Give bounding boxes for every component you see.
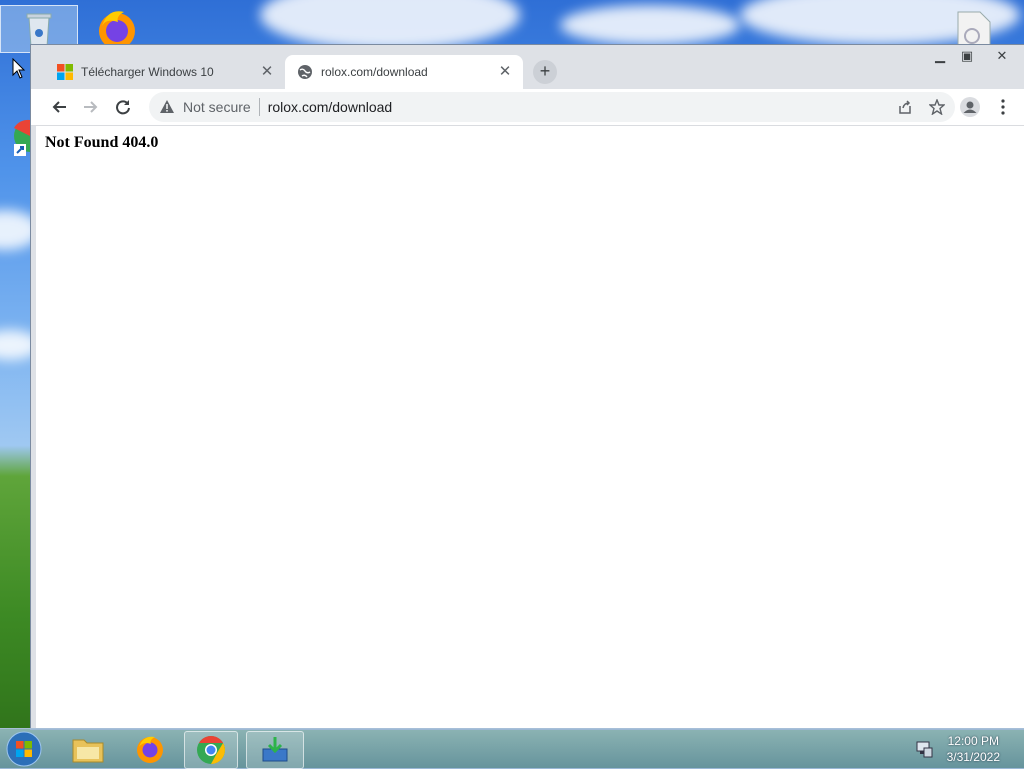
- windows-start-orb-icon: [6, 731, 42, 767]
- folder-icon: [72, 739, 104, 763]
- menu-button[interactable]: [991, 95, 1015, 119]
- forward-button[interactable]: [79, 95, 103, 119]
- firefox-icon: [137, 736, 163, 763]
- taskbar-file-explorer[interactable]: [62, 731, 114, 767]
- taskbar-firefox[interactable]: [124, 731, 176, 767]
- warning-icon: [160, 100, 174, 113]
- taskbar: 12:00 PM 3/31/2022: [0, 728, 1024, 769]
- url-text[interactable]: rolox.com/download: [268, 99, 393, 115]
- chrome-desktop-icon[interactable]: [0, 118, 46, 164]
- globe-icon: [298, 65, 312, 79]
- new-tab-button[interactable]: +: [533, 60, 557, 84]
- network-icon[interactable]: [914, 739, 934, 759]
- tab-telecharger-windows[interactable]: Télécharger Windows 10 ✕: [45, 55, 285, 89]
- download-installer-icon: [262, 737, 288, 762]
- windows-logo-icon: [57, 64, 73, 80]
- chrome-icon: [197, 736, 225, 764]
- browser-window: Télécharger Windows 10 ✕ rolox.com/downl…: [31, 45, 1024, 729]
- close-tab-icon[interactable]: ✕: [497, 64, 513, 80]
- maximize-button[interactable]: ▣: [954, 48, 980, 66]
- tab-strip: Télécharger Windows 10 ✕ rolox.com/downl…: [31, 45, 1024, 89]
- minimize-button[interactable]: ▁: [927, 48, 953, 66]
- page-content: Not Found 404.0: [36, 126, 1024, 729]
- reload-button[interactable]: [111, 95, 135, 119]
- close-window-button[interactable]: ✕: [989, 48, 1015, 66]
- mouse-cursor-icon: [12, 58, 26, 79]
- profile-avatar-icon: [960, 97, 980, 117]
- forward-arrow-icon: [84, 101, 98, 113]
- tab-rolox-download[interactable]: rolox.com/download ✕: [285, 55, 523, 89]
- security-label[interactable]: Not secure: [183, 99, 251, 115]
- address-bar[interactable]: Not secure rolox.com/download: [149, 92, 955, 122]
- profile-button[interactable]: [958, 95, 982, 119]
- clock-time: 12:00 PM: [947, 734, 999, 748]
- error-message: Not Found 404.0: [45, 134, 159, 151]
- taskbar-installer[interactable]: [246, 731, 304, 769]
- bookmark-star-icon[interactable]: [929, 99, 945, 115]
- tab-title: Télécharger Windows 10: [81, 65, 214, 79]
- divider: [258, 98, 260, 116]
- taskbar-chrome[interactable]: [184, 731, 238, 769]
- back-arrow-icon: [52, 101, 66, 113]
- share-icon[interactable]: [897, 99, 913, 115]
- tab-title: rolox.com/download: [321, 65, 428, 79]
- browser-toolbar: Not secure rolox.com/download: [31, 89, 1024, 126]
- back-button[interactable]: [47, 95, 71, 119]
- start-button[interactable]: [2, 731, 46, 767]
- close-tab-icon[interactable]: ✕: [259, 64, 275, 80]
- system-clock[interactable]: 12:00 PM 3/31/2022: [947, 733, 1000, 765]
- reload-icon: [116, 100, 130, 115]
- kebab-menu-icon: [1001, 99, 1005, 115]
- clock-date: 3/31/2022: [946, 750, 1000, 764]
